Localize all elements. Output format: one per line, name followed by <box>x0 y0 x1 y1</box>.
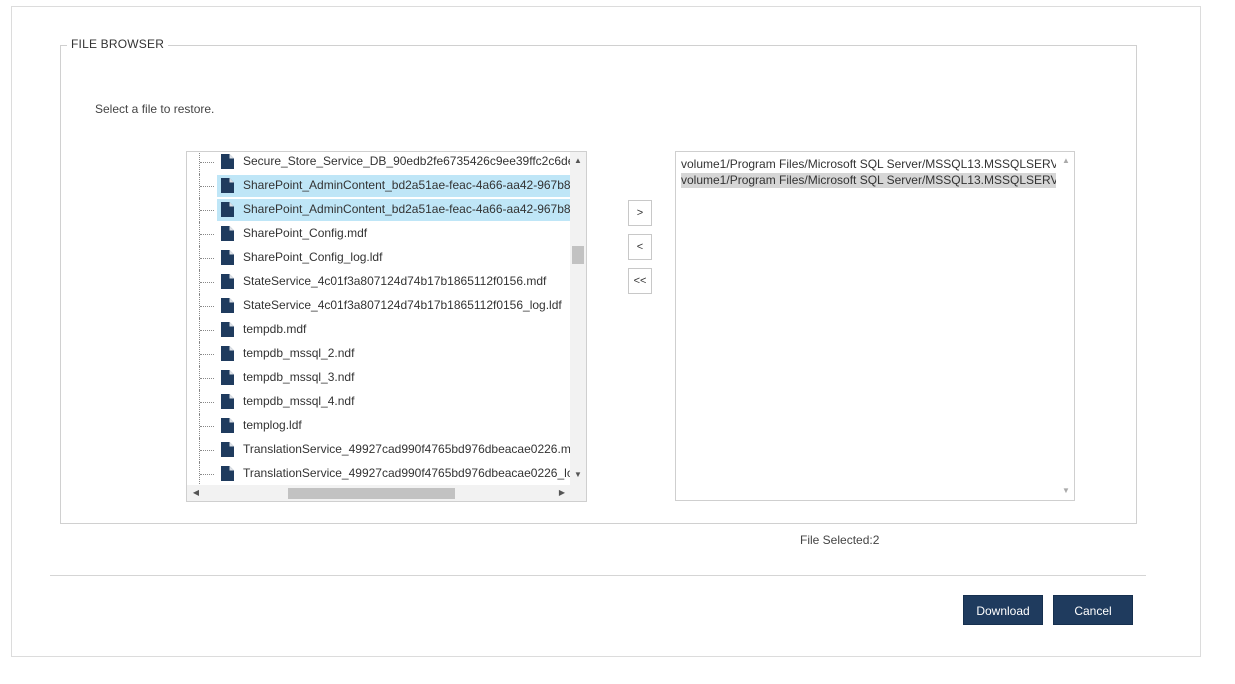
download-button[interactable]: Download <box>963 595 1043 625</box>
tree-file-label: Secure_Store_Service_DB_90edb2fe6735426c… <box>243 154 571 168</box>
file-icon <box>221 298 234 313</box>
tree-file-label: TranslationService_49927cad990f4765bd976… <box>243 442 571 456</box>
file-icon <box>221 442 234 457</box>
scroll-left-icon[interactable]: ◀ <box>189 485 203 501</box>
tree-file-item[interactable]: TranslationService_49927cad990f4765bd976… <box>187 438 571 462</box>
selected-list-scrollbar[interactable]: ▲ ▼ <box>1058 152 1074 500</box>
cancel-button[interactable]: Cancel <box>1053 595 1133 625</box>
file-icon <box>221 370 234 385</box>
tree-branch-line <box>200 162 214 163</box>
tree-file-item[interactable]: SharePoint_AdminContent_bd2a51ae-feac-4a… <box>187 198 571 222</box>
tree-branch-line <box>200 378 214 379</box>
tree-branch-line <box>200 354 214 355</box>
tree-guide-line <box>199 152 201 174</box>
file-icon <box>221 394 234 409</box>
tree-file-item[interactable]: tempdb_mssql_3.ndf <box>187 366 571 390</box>
tree-file-item[interactable]: StateService_4c01f3a807124d74b17b1865112… <box>187 294 571 318</box>
scrollbar-corner <box>570 485 586 501</box>
file-icon <box>221 250 234 265</box>
tree-file-item[interactable]: tempdb.mdf <box>187 318 571 342</box>
remove-all-files-button[interactable]: << <box>628 268 652 294</box>
selected-file-item[interactable]: volume1/Program Files/Microsoft SQL Serv… <box>681 173 1056 188</box>
tree-file-label: templog.ldf <box>243 418 302 432</box>
tree-file-item[interactable]: StateService_4c01f3a807124d74b17b1865112… <box>187 270 571 294</box>
panel-legend: FILE BROWSER <box>67 37 169 51</box>
file-icon <box>221 322 234 337</box>
footer-divider <box>50 575 1146 576</box>
file-selected-count: File Selected:2 <box>800 533 880 547</box>
tree-file-item[interactable]: SharePoint_Config_log.ldf <box>187 246 571 270</box>
remove-file-button[interactable]: < <box>628 234 652 260</box>
file-icon <box>221 154 234 169</box>
tree-branch-line <box>200 234 214 235</box>
tree-branch-line <box>200 306 214 307</box>
file-icon <box>221 346 234 361</box>
tree-branch-line <box>200 330 214 331</box>
tree-file-label: SharePoint_AdminContent_bd2a51ae-feac-4a… <box>243 202 571 216</box>
tree-file-item[interactable]: tempdb_mssql_2.ndf <box>187 342 571 366</box>
tree-file-label: StateService_4c01f3a807124d74b17b1865112… <box>243 298 562 312</box>
tree-file-label: SharePoint_Config.mdf <box>243 226 368 240</box>
tree-file-item[interactable]: templog.ldf <box>187 414 571 438</box>
tree-vertical-scroll-thumb[interactable] <box>572 246 584 264</box>
file-icon <box>221 226 234 241</box>
tree-file-item[interactable]: Secure_Store_Service_DB_90edb2fe6735426c… <box>187 152 571 174</box>
tree-branch-line <box>200 426 214 427</box>
tree-branch-line <box>200 474 214 475</box>
file-icon <box>221 418 234 433</box>
tree-horizontal-scroll-thumb[interactable] <box>288 488 455 499</box>
tree-branch-line <box>200 450 214 451</box>
tree-branch-line <box>200 186 214 187</box>
tree-file-label: tempdb.mdf <box>243 322 307 336</box>
file-icon <box>221 274 234 289</box>
file-tree-list: Secure_Store_Service_DB_90edb2fe6735426c… <box>187 152 571 486</box>
tree-file-item[interactable]: TranslationService_49927cad990f4765bd976… <box>187 462 571 486</box>
scroll-up-icon[interactable]: ▲ <box>570 154 586 168</box>
selected-file-item[interactable]: volume1/Program Files/Microsoft SQL Serv… <box>681 157 1056 172</box>
file-icon <box>221 178 234 193</box>
tree-branch-line <box>200 258 214 259</box>
tree-file-label: SharePoint_Config_log.ldf <box>243 250 383 264</box>
tree-vertical-scrollbar[interactable]: ▲ ▼ <box>570 152 586 486</box>
tree-branch-line <box>200 210 214 211</box>
tree-horizontal-scrollbar[interactable]: ◀ ▶ <box>187 485 571 501</box>
file-icon <box>221 202 234 217</box>
tree-file-item[interactable]: SharePoint_AdminContent_bd2a51ae-feac-4a… <box>187 174 571 198</box>
tree-file-label: StateService_4c01f3a807124d74b17b1865112… <box>243 274 547 288</box>
scroll-down-icon[interactable]: ▼ <box>1058 484 1074 498</box>
file-tree[interactable]: Secure_Store_Service_DB_90edb2fe6735426c… <box>186 151 587 502</box>
tree-file-label: tempdb_mssql_2.ndf <box>243 346 355 360</box>
tree-file-label: TranslationService_49927cad990f4765bd976… <box>243 466 571 480</box>
scroll-right-icon[interactable]: ▶ <box>555 485 569 501</box>
tree-file-item[interactable]: SharePoint_Config.mdf <box>187 222 571 246</box>
tree-file-item[interactable]: tempdb_mssql_4.ndf <box>187 390 571 414</box>
scroll-up-icon[interactable]: ▲ <box>1058 154 1074 168</box>
scroll-down-icon[interactable]: ▼ <box>570 468 586 482</box>
tree-file-label: tempdb_mssql_3.ndf <box>243 370 355 384</box>
selected-files-list[interactable]: volume1/Program Files/Microsoft SQL Serv… <box>675 151 1075 501</box>
tree-file-label: tempdb_mssql_4.ndf <box>243 394 355 408</box>
tree-file-label: SharePoint_AdminContent_bd2a51ae-feac-4a… <box>243 178 571 192</box>
tree-branch-line <box>200 402 214 403</box>
instruction-text: Select a file to restore. <box>95 102 215 116</box>
file-icon <box>221 466 234 481</box>
add-file-button[interactable]: > <box>628 200 652 226</box>
tree-branch-line <box>200 282 214 283</box>
